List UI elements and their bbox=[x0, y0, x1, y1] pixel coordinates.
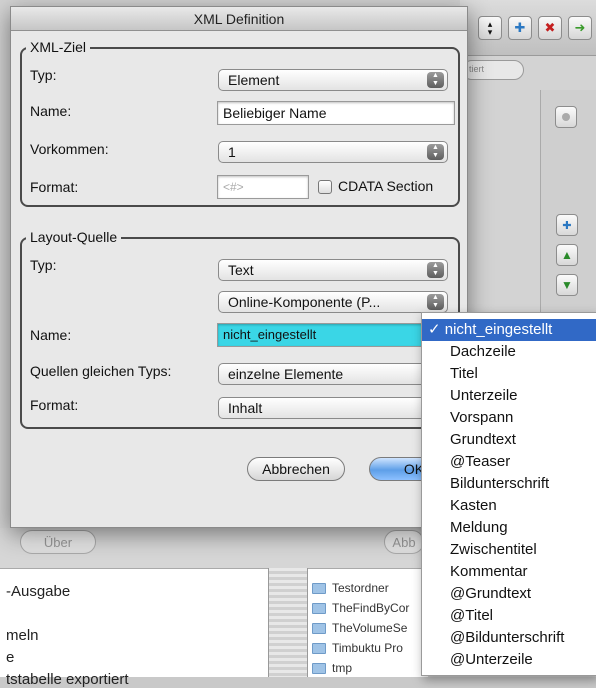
typ-label: Typ: bbox=[30, 67, 57, 83]
about-button[interactable]: Über bbox=[20, 530, 96, 554]
quelle-format-popup-value: Inhalt bbox=[228, 400, 263, 416]
dialog-title: XML Definition bbox=[11, 7, 467, 31]
file-row[interactable]: TheVolumeSe bbox=[308, 619, 428, 637]
layout-quelle-group: Layout-Quelle Typ: Text ▲ ▼ Online-Kompon… bbox=[20, 229, 460, 429]
menu-item[interactable]: @Teaser bbox=[422, 451, 596, 473]
radio-icon[interactable] bbox=[555, 106, 577, 128]
popup-arrows-icon: ▲ ▼ bbox=[427, 262, 444, 278]
folder-icon bbox=[312, 602, 326, 614]
cdata-checkbox[interactable] bbox=[318, 180, 332, 194]
cdata-label[interactable]: CDATA Section bbox=[338, 178, 433, 194]
background-field: tiert bbox=[462, 60, 524, 80]
file-row[interactable]: Testordner bbox=[308, 579, 428, 597]
folder-icon bbox=[312, 662, 326, 674]
quelle-typ-label: Typ: bbox=[30, 257, 57, 273]
menu-item[interactable]: Meldung bbox=[422, 517, 596, 539]
menu-item[interactable]: ✓ nicht_eingestellt bbox=[422, 319, 596, 341]
file-row[interactable]: TheFindByCor bbox=[308, 599, 428, 617]
format-field[interactable]: <#> bbox=[217, 175, 309, 199]
list-item: tstabelle exportiert bbox=[6, 671, 129, 688]
move-up-icon[interactable]: ▲ bbox=[556, 244, 578, 266]
popup-arrows-icon: ▲ ▼ bbox=[427, 144, 444, 160]
move-down-icon[interactable]: ▼ bbox=[556, 274, 578, 296]
folder-icon bbox=[312, 642, 326, 654]
menu-item[interactable]: Bildunterschrift bbox=[422, 473, 596, 495]
layout-quelle-group-label: Layout-Quelle bbox=[26, 229, 122, 245]
cancel-button[interactable]: Abbrechen bbox=[247, 457, 345, 481]
list-item: meln bbox=[6, 627, 39, 644]
quellen-popup-value: einzelne Elemente bbox=[228, 366, 344, 382]
format-label: Format: bbox=[30, 179, 79, 195]
menu-item[interactable]: Kasten bbox=[422, 495, 596, 517]
list-item: e bbox=[6, 649, 15, 666]
name-label: Name: bbox=[30, 103, 72, 119]
checkmark-icon: ✓ bbox=[428, 321, 441, 338]
vorkommen-popup[interactable]: 1 ▲ ▼ bbox=[218, 141, 448, 163]
quelle-format-popup[interactable]: Inhalt bbox=[218, 397, 428, 419]
vorkommen-label: Vorkommen: bbox=[30, 141, 109, 157]
menu-item[interactable]: Titel bbox=[422, 363, 596, 385]
typ-popup-value: Element bbox=[228, 72, 280, 88]
komponente-popup-value: Online-Komponente (P... bbox=[228, 294, 381, 310]
stepper-icon[interactable]: ▴ ▾ bbox=[478, 16, 502, 40]
xml-ziel-group: XML-Ziel Typ: Element ▲ ▼ Name: Beliebige… bbox=[20, 39, 460, 207]
background-list: -Ausgabe meln e tstabelle exportiert bbox=[0, 568, 268, 688]
popup-arrows-icon: ▲ ▼ bbox=[427, 294, 444, 310]
folder-icon bbox=[312, 582, 326, 594]
quelle-typ-popup[interactable]: Text ▲ ▼ bbox=[218, 259, 448, 281]
list-item: -Ausgabe bbox=[6, 583, 71, 600]
menu-item[interactable]: Dachzeile bbox=[422, 341, 596, 363]
menu-item[interactable]: @Bildunterschrift bbox=[422, 627, 596, 649]
komponente-popup[interactable]: Online-Komponente (P... ▲ ▼ bbox=[218, 291, 448, 313]
add-icon[interactable]: ✚ bbox=[556, 214, 578, 236]
vorkommen-popup-value: 1 bbox=[228, 144, 236, 160]
name-field[interactable]: Beliebiger Name bbox=[217, 101, 455, 125]
menu-item[interactable]: @Grundtext bbox=[422, 583, 596, 605]
background-button[interactable]: Abb bbox=[384, 530, 424, 554]
quellen-label: Quellen gleichen Typs: bbox=[30, 363, 172, 379]
menu-item[interactable]: Unterzeile bbox=[422, 385, 596, 407]
file-row[interactable]: tmp bbox=[308, 659, 428, 677]
file-list: Testordner TheFindByCor TheVolumeSe Timb… bbox=[308, 568, 428, 677]
typ-popup[interactable]: Element ▲ ▼ bbox=[218, 69, 448, 91]
quelle-name-field[interactable]: nicht_eingestellt bbox=[217, 323, 423, 347]
file-row[interactable]: Timbuktu Pro bbox=[308, 639, 428, 657]
menu-item[interactable]: @Titel bbox=[422, 605, 596, 627]
splitter[interactable] bbox=[268, 568, 308, 677]
quelle-typ-popup-value: Text bbox=[228, 262, 254, 278]
export-icon[interactable]: ➜ bbox=[568, 16, 592, 40]
popup-arrows-icon: ▲ ▼ bbox=[427, 72, 444, 88]
quellen-popup[interactable]: einzelne Elemente bbox=[218, 363, 428, 385]
xml-ziel-group-label: XML-Ziel bbox=[26, 39, 91, 55]
menu-item[interactable]: Kommentar bbox=[422, 561, 596, 583]
folder-icon bbox=[312, 622, 326, 634]
menu-item[interactable]: Grundtext bbox=[422, 429, 596, 451]
quelle-name-label: Name: bbox=[30, 327, 72, 343]
menu-item[interactable]: Zwischentitel bbox=[422, 539, 596, 561]
menu-item[interactable]: Vorspann bbox=[422, 407, 596, 429]
quelle-format-label: Format: bbox=[30, 397, 79, 413]
menu-item[interactable]: @Unterzeile bbox=[422, 649, 596, 671]
name-dropdown-menu: ✓ nicht_eingestellt Dachzeile Titel Unte… bbox=[421, 312, 596, 676]
delete-icon[interactable]: ✖ bbox=[538, 16, 562, 40]
xml-definition-dialog: XML Definition XML-Ziel Typ: Element ▲ ▼ … bbox=[10, 6, 468, 528]
add-icon[interactable]: ✚ bbox=[508, 16, 532, 40]
